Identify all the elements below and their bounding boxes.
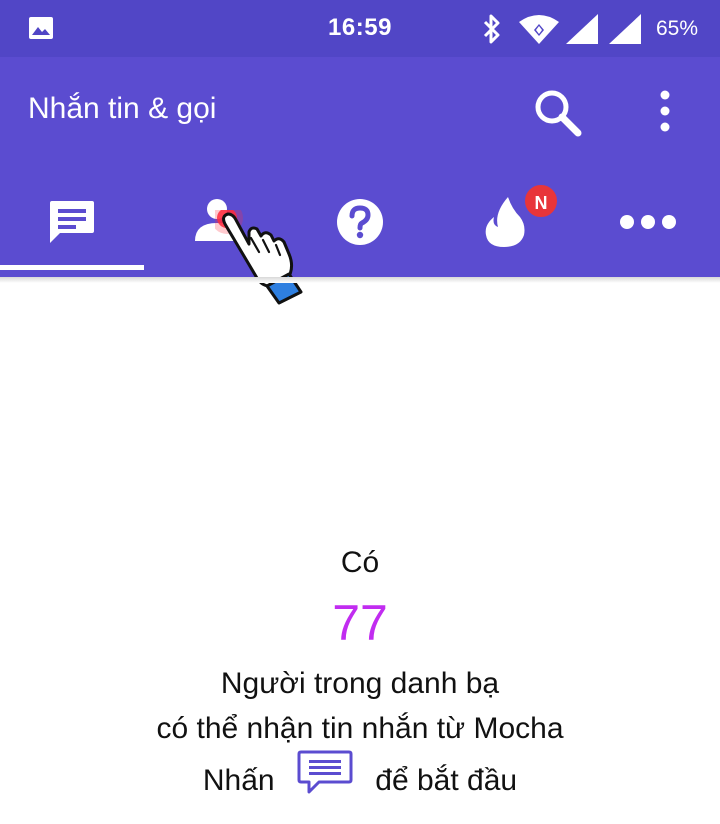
empty-state-line-1: Người trong danh bạ — [220, 667, 500, 700]
bluetooth-icon — [480, 13, 504, 50]
search-icon[interactable] — [530, 85, 586, 146]
more-vert-icon[interactable] — [650, 87, 680, 140]
tap-hint-hand-icon — [211, 202, 315, 310]
flame-icon — [485, 197, 525, 247]
empty-state-prefix: Có — [340, 546, 380, 579]
selected-tab-indicator — [0, 265, 144, 270]
notification-badge: N — [523, 183, 559, 219]
battery-level: 65% — [656, 17, 699, 40]
empty-state-tap-label: Nhấn — [202, 763, 275, 797]
app-bar-shadow — [0, 277, 720, 283]
signal-icon — [566, 14, 600, 49]
chat-icon — [50, 201, 94, 243]
contact-count: 77 — [332, 595, 388, 651]
page-title: Nhắn tin & gọi — [28, 92, 217, 125]
tab-more[interactable] — [576, 185, 720, 277]
chat-icon — [297, 750, 353, 802]
signal-icon — [609, 14, 643, 49]
app-bar: Nhắn tin & gọi — [0, 57, 720, 277]
status-bar: 16:59 65% — [0, 0, 720, 57]
empty-state-line-3: Nhấn để bắt đầu — [0, 750, 720, 808]
empty-state-start-label: để bắt đầu — [375, 763, 518, 797]
help-icon — [337, 199, 383, 245]
wifi-icon — [517, 14, 561, 49]
empty-state-line-2: có thể nhận tin nhắn từ Mocha — [156, 712, 564, 745]
more-horiz-icon — [620, 215, 676, 229]
tab-chats[interactable] — [0, 185, 144, 277]
